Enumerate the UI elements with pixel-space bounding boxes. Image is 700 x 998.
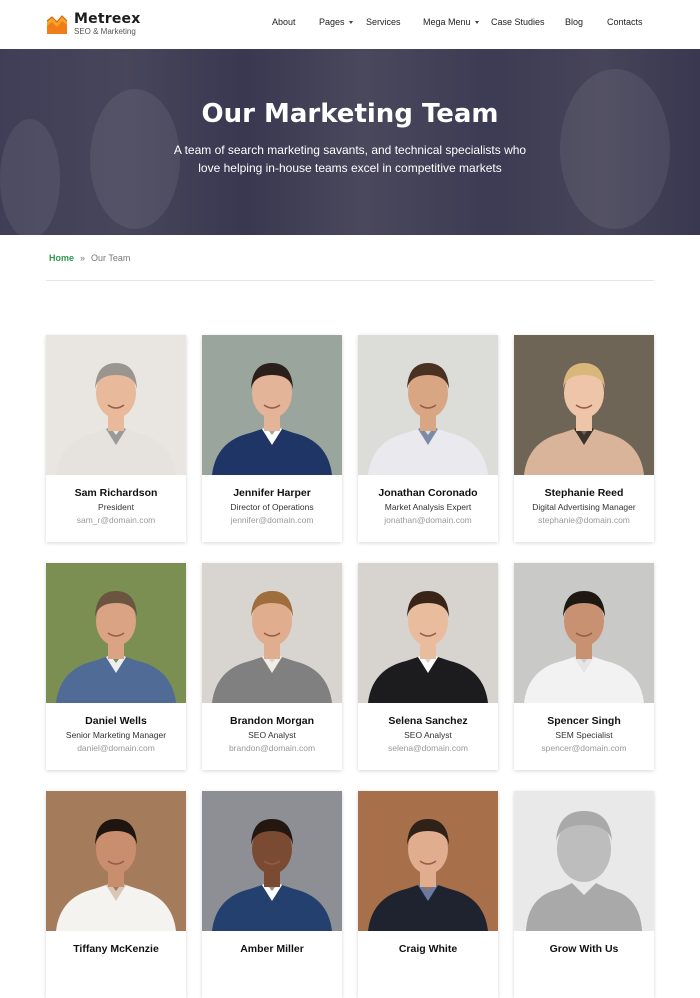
- team-member-name: Jonathan Coronado: [378, 487, 478, 499]
- team-member-info: Grow With Us: [514, 931, 654, 955]
- team-member-info: Sam Richardson President sam_r@domain.com: [46, 475, 186, 525]
- team-member-info: Daniel Wells Senior Marketing Manager dani…: [46, 703, 186, 753]
- nav-contacts[interactable]: Contacts: [607, 17, 643, 27]
- team-member-card[interactable]: Sam Richardson President sam_r@domain.com: [46, 335, 186, 542]
- team-member-info: Jonathan Coronado Market Analysis Expert j…: [358, 475, 498, 525]
- team-member-email[interactable]: daniel@domain.com: [46, 743, 186, 753]
- caret-down-icon: [474, 20, 479, 24]
- team-member-email[interactable]: brandon@domain.com: [202, 743, 342, 753]
- team-member-name: Brandon Morgan: [230, 715, 314, 727]
- team-member-info: Brandon Morgan SEO Analyst brandon@domain.…: [202, 703, 342, 753]
- team-member-photo: [202, 563, 342, 703]
- team-member-name: Stephanie Reed: [544, 487, 624, 499]
- team-member-email[interactable]: sam_r@domain.com: [46, 515, 186, 525]
- breadcrumb: Home » Our Team: [49, 253, 130, 263]
- breadcrumb-home-link[interactable]: Home: [49, 253, 74, 263]
- team-member-photo: [46, 563, 186, 703]
- nav-label: Blog: [565, 17, 584, 27]
- team-member-info: Spencer Singh SEM Specialist spencer@domai…: [514, 703, 654, 753]
- nav-label: Case Studies: [491, 17, 545, 27]
- team-member-email[interactable]: jonathan@domain.com: [358, 515, 498, 525]
- team-member-email[interactable]: spencer@domain.com: [514, 743, 654, 753]
- team-member-email[interactable]: stephanie@domain.com: [514, 515, 654, 525]
- team-member-role: SEO Analyst: [248, 730, 296, 740]
- caret-down-icon: [348, 20, 353, 24]
- team-member-photo: [202, 791, 342, 931]
- team-member-card[interactable]: Grow With Us: [514, 791, 654, 998]
- hero-banner: Our Marketing Team A team of search mark…: [0, 49, 700, 235]
- team-member-info: Stephanie Reed Digital Advertising Manage…: [514, 475, 654, 525]
- team-member-email[interactable]: selena@domain.com: [358, 743, 498, 753]
- placeholder-avatar-icon: [514, 791, 654, 931]
- breadcrumb-current: Our Team: [91, 253, 131, 263]
- team-member-name: Selena Sanchez: [388, 715, 468, 727]
- team-member-card[interactable]: Amber Miller: [202, 791, 342, 998]
- divider: [46, 280, 654, 281]
- nav-label: Pages: [319, 17, 345, 27]
- team-member-photo: [46, 791, 186, 931]
- team-member-photo: [358, 791, 498, 931]
- hero-backdrop-shape: [560, 69, 670, 229]
- team-member-photo: [358, 563, 498, 703]
- page-title: Our Marketing Team: [201, 99, 499, 129]
- team-member-card[interactable]: Stephanie Reed Digital Advertising Manage…: [514, 335, 654, 542]
- team-member-name: Spencer Singh: [547, 715, 621, 727]
- team-member-role: Senior Marketing Manager: [65, 730, 167, 740]
- team-member-photo: [46, 335, 186, 475]
- nav-case-studies[interactable]: Case Studies: [491, 17, 545, 27]
- team-member-card[interactable]: Craig White: [358, 791, 498, 998]
- team-member-card[interactable]: Daniel Wells Senior Marketing Manager dani…: [46, 563, 186, 770]
- team-member-photo: [358, 335, 498, 475]
- nav-label: Services: [366, 17, 401, 27]
- team-member-name: Sam Richardson: [74, 487, 158, 499]
- team-member-card[interactable]: Tiffany McKenzie: [46, 791, 186, 998]
- page-subtitle: A team of search marketing savants, and …: [173, 143, 527, 175]
- team-member-card[interactable]: Jennifer Harper Director of Operations jen…: [202, 335, 342, 542]
- team-member-info: Craig White: [358, 931, 498, 955]
- team-member-name: Daniel Wells: [85, 715, 147, 727]
- team-member-name: Grow With Us: [549, 943, 619, 955]
- team-member-card[interactable]: Jonathan Coronado Market Analysis Expert j…: [358, 335, 498, 542]
- team-member-name: Craig White: [398, 943, 458, 955]
- team-member-role: President: [98, 502, 134, 512]
- team-member-name: Jennifer Harper: [233, 487, 311, 499]
- team-member-email[interactable]: jennifer@domain.com: [202, 515, 342, 525]
- nav-label: Contacts: [607, 17, 643, 27]
- nav-label: About: [272, 17, 296, 27]
- team-member-role: SEO Analyst: [404, 730, 452, 740]
- team-member-card[interactable]: Selena Sanchez SEO Analyst selena@domain.c…: [358, 563, 498, 770]
- main-nav: About Pages Services Mega Menu Case Stud…: [0, 17, 700, 33]
- team-member-info: Tiffany McKenzie: [46, 931, 186, 955]
- team-member-role: Market Analysis Expert: [384, 502, 472, 512]
- nav-label: Mega Menu: [423, 17, 471, 27]
- nav-about[interactable]: About: [272, 17, 296, 27]
- team-member-photo: [514, 335, 654, 475]
- team-member-role: SEM Specialist: [555, 730, 613, 740]
- team-member-name: Tiffany McKenzie: [73, 943, 159, 955]
- team-member-info: Amber Miller: [202, 931, 342, 955]
- team-member-role: Digital Advertising Manager: [532, 502, 636, 512]
- breadcrumb-separator: »: [80, 253, 86, 263]
- hero-backdrop-shape: [0, 119, 60, 235]
- team-member-photo: [202, 335, 342, 475]
- team-member-card[interactable]: Spencer Singh SEM Specialist spencer@domai…: [514, 563, 654, 770]
- team-member-info: Jennifer Harper Director of Operations jen…: [202, 475, 342, 525]
- team-member-card[interactable]: Brandon Morgan SEO Analyst brandon@domain.…: [202, 563, 342, 770]
- nav-blog[interactable]: Blog: [565, 17, 583, 27]
- nav-services[interactable]: Services: [366, 17, 401, 27]
- site-header: Metreex SEO & Marketing About Pages Serv…: [0, 0, 700, 49]
- team-member-photo: [514, 563, 654, 703]
- nav-pages[interactable]: Pages: [319, 17, 353, 27]
- team-member-info: Selena Sanchez SEO Analyst selena@domain.c…: [358, 703, 498, 753]
- nav-mega-menu[interactable]: Mega Menu: [423, 17, 479, 27]
- team-member-name: Amber Miller: [240, 943, 304, 955]
- team-member-role: Director of Operations: [230, 502, 314, 512]
